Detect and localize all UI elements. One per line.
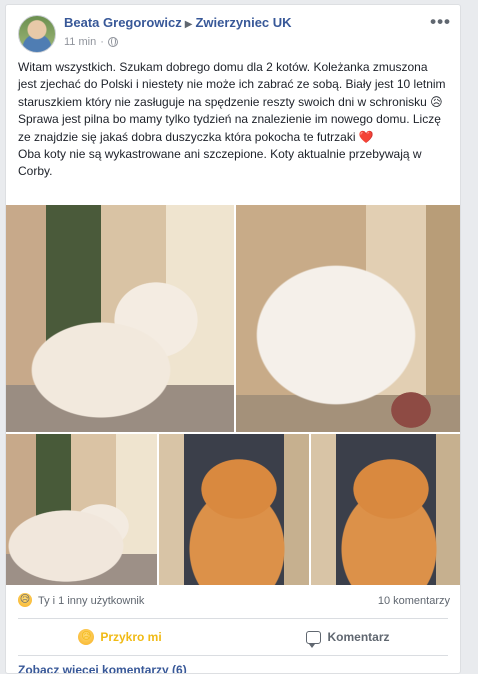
more-horizontal-icon[interactable]: ••• <box>430 12 451 32</box>
comment-label: Komentarz <box>327 630 390 644</box>
group-name[interactable]: Zwierzyniec UK <box>195 15 291 30</box>
action-bar: 😥 Przykro mi Komentarz <box>6 621 460 653</box>
view-more-comments-link[interactable]: Zobacz więcej komentarzy (6) <box>18 663 187 673</box>
comment-icon <box>306 630 322 648</box>
sad-face-icon: 😥 <box>78 629 95 645</box>
photo-white-cat-1[interactable] <box>6 205 234 432</box>
post-time[interactable]: 11 min <box>64 36 96 48</box>
photo-orange-cat-2[interactable] <box>311 434 460 585</box>
caret-right-icon: ▶ <box>184 19 193 30</box>
photo-white-cat-2[interactable] <box>236 205 460 432</box>
divider <box>18 655 448 656</box>
post-card: Beata Gregorowicz ▶ Zwierzyniec UK 11 min … <box>5 4 461 674</box>
post-meta: 11 min · <box>64 36 118 48</box>
post-stats: 😥 Ty i 1 inny użytkownik 10 komentarzy <box>6 589 460 615</box>
globe-icon[interactable] <box>107 37 118 47</box>
photo-white-cat-3[interactable] <box>6 434 157 585</box>
sad-reaction-icon[interactable]: 😥 <box>17 592 33 608</box>
post-header: Beata Gregorowicz ▶ Zwierzyniec UK 11 min … <box>6 5 460 55</box>
avatar[interactable] <box>18 15 56 53</box>
separator: · <box>100 36 104 48</box>
reactions-summary[interactable]: Ty i 1 inny użytkownik <box>38 595 144 607</box>
reaction-label: Przykro mi <box>100 630 162 644</box>
divider <box>18 618 448 619</box>
post-paragraph: Witam wszystkich. Szukam dobrego domu dl… <box>18 60 446 144</box>
author-name[interactable]: Beata Gregorowicz <box>64 15 182 30</box>
comment-button[interactable]: Komentarz <box>234 621 460 653</box>
post-text: Witam wszystkich. Szukam dobrego domu dl… <box>6 55 460 203</box>
post-paragraph: Oba koty nie są wykastrowane ani szczepi… <box>18 147 422 179</box>
comments-count[interactable]: 10 komentarzy <box>378 595 450 607</box>
photo-grid <box>6 205 460 585</box>
reaction-button[interactable]: 😥 Przykro mi <box>6 621 234 653</box>
photo-orange-cat-1[interactable] <box>159 434 309 585</box>
author-line: Beata Gregorowicz ▶ Zwierzyniec UK <box>64 15 292 30</box>
